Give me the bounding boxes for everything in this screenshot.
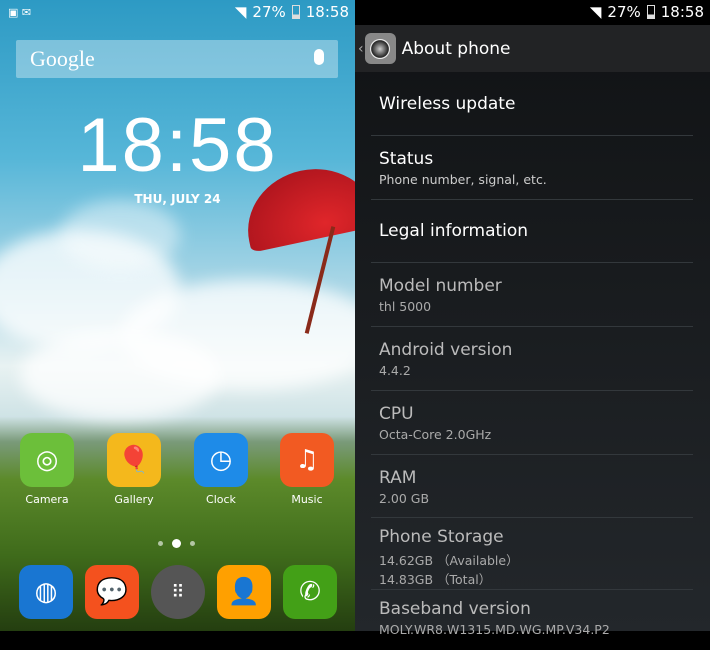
battery-percent: 27%	[607, 3, 641, 21]
settings-icon[interactable]	[364, 33, 396, 64]
google-logo: Google	[30, 46, 95, 71]
wifi-icon: ◥	[589, 3, 602, 21]
item-title: Model number	[379, 276, 502, 296]
home-screen: ▣ ✉ ◥ 27% 18:58 Google 18:58 THU, JULY 24 …	[0, 0, 355, 631]
wifi-icon: ◥	[234, 3, 247, 21]
clock-icon: ◷	[194, 433, 248, 487]
item-summary: MOLY.WR8.W1315.MD.WG.MP.V34.P2	[379, 622, 610, 637]
item-title: CPU	[379, 404, 414, 424]
item-summary: Phone number, signal, etc.	[379, 172, 547, 187]
item-cpu: CPU Octa-Core 2.0GHz	[371, 391, 693, 455]
clock-widget[interactable]: 18:58	[0, 102, 355, 189]
item-summary: 2.00 GB	[379, 491, 430, 506]
item-baseband-version: Baseband version MOLY.WR8.W1315.MD.WG.MP.…	[371, 590, 693, 650]
app-label: Gallery	[114, 493, 154, 506]
status-time: 18:58	[660, 3, 704, 21]
status-bar: ▣ ✉ ◥ 27% 18:58	[0, 0, 355, 25]
app-label: Clock	[206, 493, 236, 506]
app-drawer-icon[interactable]: ⠿	[151, 565, 205, 619]
google-search-bar[interactable]: Google	[16, 40, 338, 78]
app-camera[interactable]: ◎ Camera	[12, 433, 82, 506]
music-icon: ♫	[280, 433, 334, 487]
item-summary: 14.83GB （Total）	[379, 572, 492, 587]
page-indicator	[158, 539, 195, 548]
battery-percent: 27%	[252, 3, 286, 21]
item-summary: thl 5000	[379, 299, 432, 314]
item-title: Status	[379, 149, 434, 169]
back-chevron-icon[interactable]: ‹	[358, 41, 364, 57]
item-summary: 14.62GB （Available）	[379, 553, 519, 568]
item-title: RAM	[379, 468, 417, 488]
item-title: Phone Storage	[379, 527, 504, 547]
app-label: Camera	[25, 493, 69, 506]
item-title: Legal information	[379, 221, 529, 241]
status-time: 18:58	[305, 3, 349, 21]
battery-icon	[291, 5, 300, 19]
item-summary: 4.4.2	[379, 363, 411, 378]
date-label: THU, JULY 24	[134, 192, 221, 206]
about-phone-screen: ◥ 27% 18:58 ‹ About phone Wireless update …	[355, 0, 710, 637]
item-phone-storage: Phone Storage 14.62GB （Available） 14.83GB …	[371, 518, 693, 590]
camera-icon: ◎	[20, 433, 74, 487]
microphone-icon[interactable]	[314, 49, 324, 65]
browser-icon[interactable]: ◍	[19, 565, 73, 619]
app-label: Music	[291, 493, 323, 506]
app-music[interactable]: ♫ Music	[272, 433, 342, 506]
contacts-icon[interactable]: 👤	[217, 565, 271, 619]
item-title: Baseband version	[379, 599, 531, 619]
item-title: Wireless update	[379, 94, 516, 114]
app-clock[interactable]: ◷ Clock	[186, 433, 256, 506]
item-summary: Octa-Core 2.0GHz	[379, 427, 492, 442]
notification-icons: ▣ ✉	[8, 6, 32, 19]
battery-icon	[646, 5, 655, 19]
item-android-version[interactable]: Android version 4.4.2	[371, 327, 693, 391]
item-title: Android version	[379, 340, 513, 360]
app-gallery[interactable]: 🎈 Gallery	[99, 433, 169, 506]
gallery-icon: 🎈	[107, 433, 161, 487]
messaging-icon[interactable]: 💬	[85, 565, 139, 619]
status-bar: ◥ 27% 18:58	[355, 0, 710, 25]
item-model-number: Model number thl 5000	[371, 263, 693, 327]
item-wireless-update[interactable]: Wireless update	[371, 72, 693, 136]
item-ram: RAM 2.00 GB	[371, 455, 693, 518]
item-status[interactable]: Status Phone number, signal, etc.	[371, 136, 693, 200]
action-bar[interactable]: ‹ About phone	[355, 25, 710, 72]
page-title: About phone	[401, 38, 511, 59]
item-legal-information[interactable]: Legal information	[371, 200, 693, 263]
phone-icon[interactable]: ✆	[283, 565, 337, 619]
